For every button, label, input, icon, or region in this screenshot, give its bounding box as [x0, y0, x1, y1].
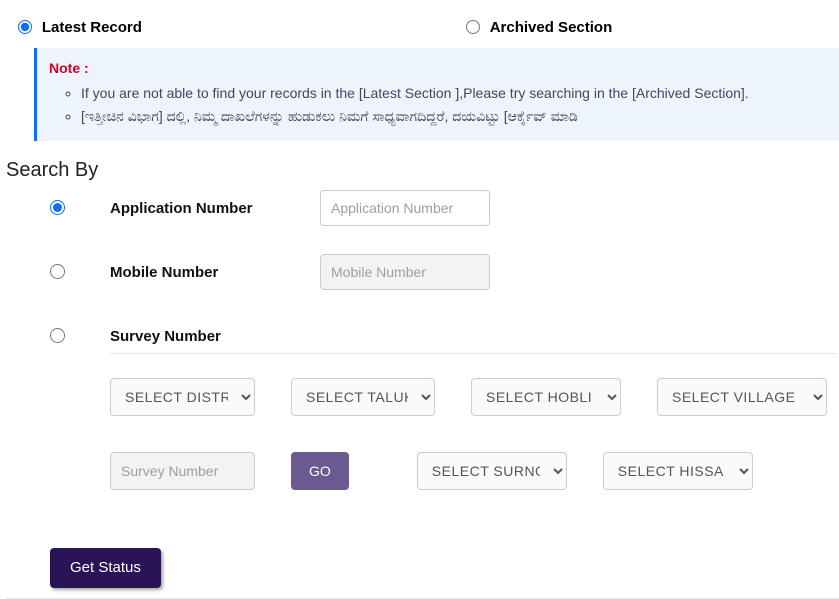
section-selector: Latest Record Archived Section: [18, 18, 839, 36]
survey-number-radio[interactable]: [50, 328, 65, 343]
taluk-select[interactable]: SELECT TALUK: [291, 378, 435, 416]
survey-number-row: Survey Number SELECT DISTRICT SELECT TAL…: [50, 318, 837, 496]
note-line-2: [ಇತ್ತೀಚಿನ ವಿಭಾಗ] ದಲ್ಲಿ, ನಿಮ್ಮ ದಾಖಲೆಗಳನ್ನ…: [81, 106, 827, 127]
mobile-number-input: [320, 254, 490, 290]
archived-section-option[interactable]: Archived Section: [466, 18, 612, 36]
hissa-select[interactable]: SELECT HISSA: [603, 452, 753, 490]
archived-section-label: Archived Section: [490, 19, 613, 36]
application-number-row: Application Number: [50, 190, 837, 226]
archived-section-radio[interactable]: [466, 20, 480, 34]
survey-number-input: [110, 452, 255, 490]
village-select[interactable]: SELECT VILLAGE: [657, 378, 827, 416]
get-status-button[interactable]: Get Status: [50, 548, 161, 588]
latest-record-option[interactable]: Latest Record: [18, 18, 142, 36]
application-number-radio[interactable]: [50, 200, 65, 215]
surnoc-select[interactable]: SELECT SURNOC: [417, 452, 567, 490]
mobile-number-radio[interactable]: [50, 264, 65, 279]
application-number-input[interactable]: [320, 190, 490, 226]
note-panel: Note : If you are not able to find your …: [34, 48, 839, 141]
latest-record-label: Latest Record: [42, 19, 142, 36]
hobli-select[interactable]: SELECT HOBLI: [471, 378, 621, 416]
survey-block: SELECT DISTRICT SELECT TALUK SELECT HOBL…: [110, 353, 837, 490]
mobile-number-row: Mobile Number: [50, 254, 837, 290]
survey-selectors-row-2: GO SELECT SURNOC SELECT HISSA: [110, 452, 837, 490]
search-by-heading: Search By: [6, 159, 839, 182]
survey-number-label: Survey Number: [110, 318, 320, 345]
district-select[interactable]: SELECT DISTRICT: [110, 378, 255, 416]
survey-selectors-row-1: SELECT DISTRICT SELECT TALUK SELECT HOBL…: [110, 378, 837, 416]
note-title: Note :: [49, 58, 827, 79]
go-button[interactable]: GO: [291, 452, 349, 490]
note-list: If you are not able to find your records…: [49, 83, 827, 127]
mobile-number-label: Mobile Number: [110, 254, 320, 281]
application-number-label: Application Number: [110, 190, 320, 217]
latest-record-radio[interactable]: [18, 20, 32, 34]
search-form: Application Number Mobile Number Survey …: [6, 190, 839, 496]
note-line-1: If you are not able to find your records…: [81, 83, 827, 104]
